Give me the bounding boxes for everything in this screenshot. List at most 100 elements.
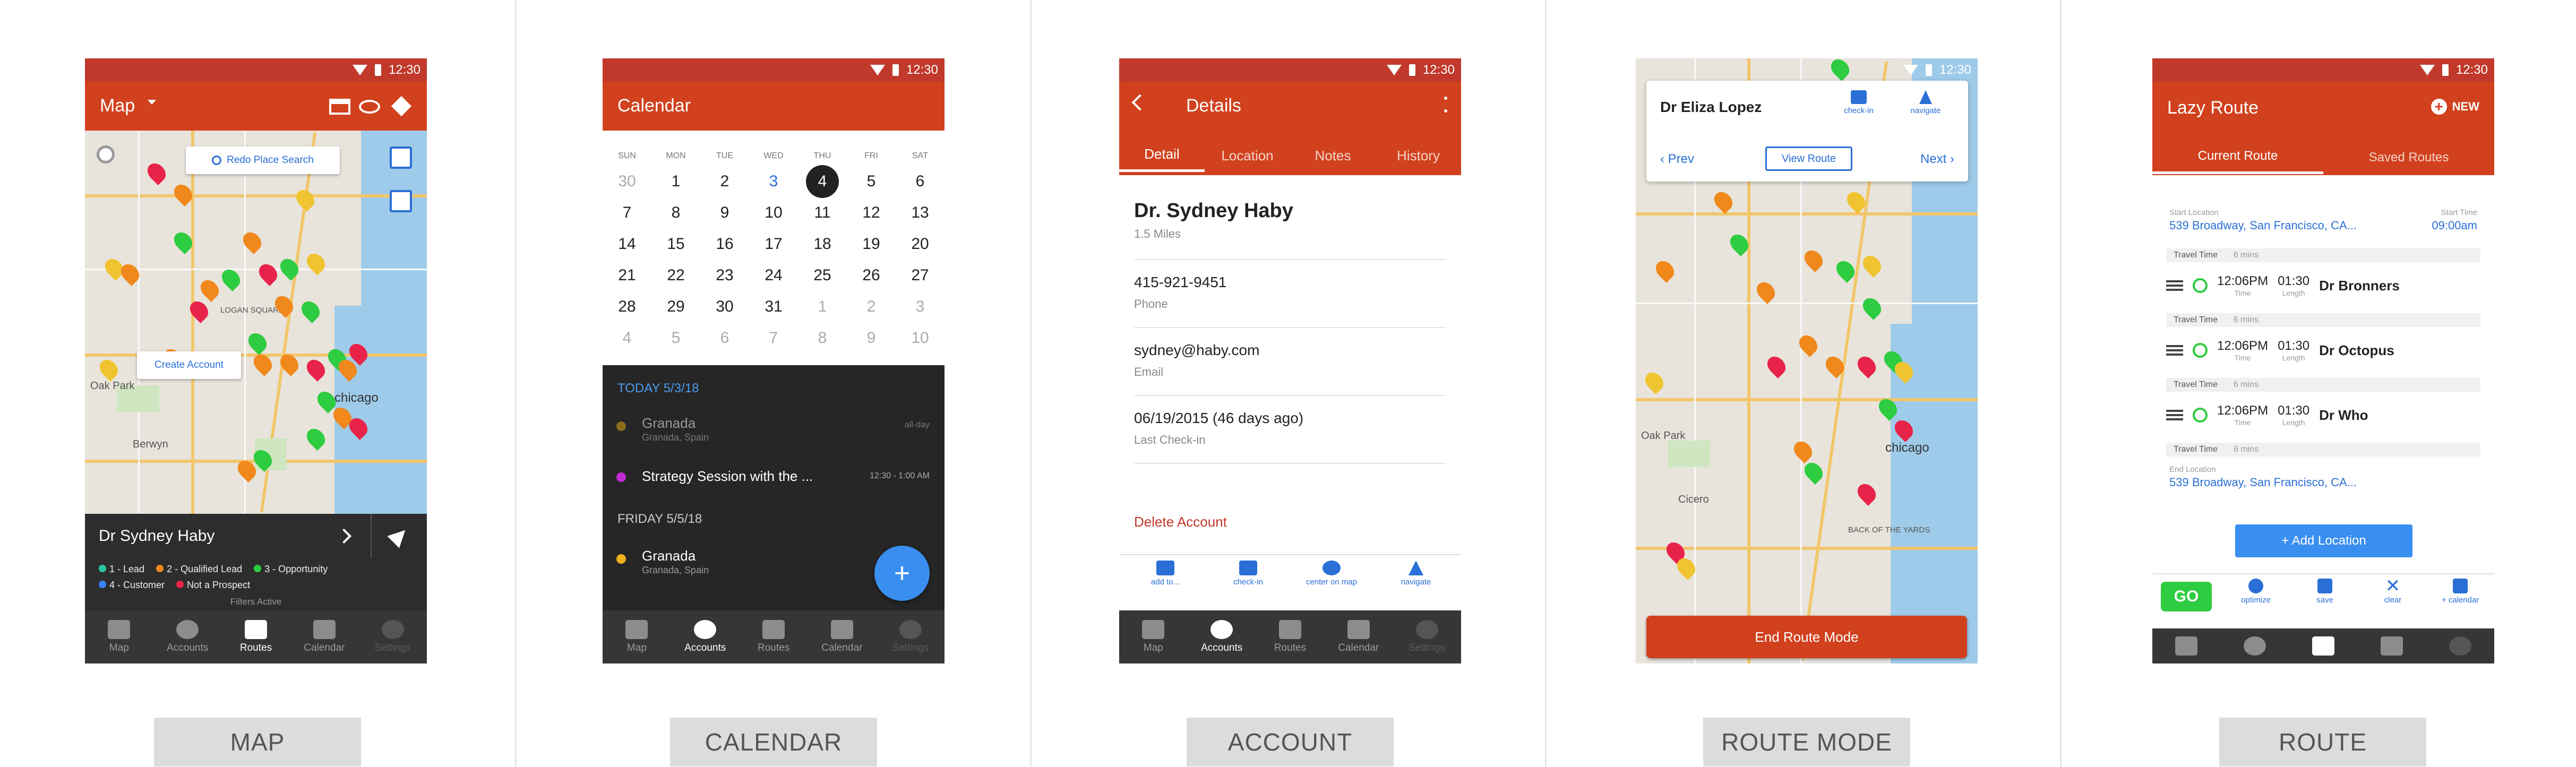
nav-map[interactable]: Map (603, 610, 671, 663)
check-in-button[interactable]: check-in (1837, 90, 1880, 115)
calendar-day[interactable]: 19 (847, 235, 896, 253)
route-stop[interactable]: 12:06PM Time 01:30 Length Dr Octopus (2166, 330, 2480, 370)
next-button[interactable]: Next › (1920, 152, 1954, 167)
back-arrow-icon[interactable] (1131, 94, 1148, 111)
nav-accounts[interactable]: Accounts (1188, 610, 1256, 663)
calendar-day[interactable]: 10 (749, 204, 798, 222)
drag-handle-icon[interactable] (2166, 345, 2183, 356)
redo-place-search-button[interactable]: Redo Place Search (186, 146, 340, 174)
calendar-day[interactable]: 21 (603, 266, 651, 285)
chevron-right-icon[interactable] (336, 528, 352, 544)
calendar-day[interactable]: 13 (896, 204, 944, 222)
tab-location[interactable]: Location (1205, 148, 1290, 164)
nav-accounts[interactable] (2221, 628, 2289, 663)
go-button[interactable]: GO (2161, 582, 2212, 611)
calendar-day[interactable]: 18 (798, 235, 847, 253)
chevron-down-icon[interactable] (148, 100, 156, 105)
nav-calendar[interactable]: Calendar (1324, 610, 1393, 663)
center-on-map-button[interactable]: center on map (1294, 561, 1369, 587)
tab-notes[interactable]: Notes (1290, 148, 1376, 164)
calendar-day[interactable]: 8 (651, 204, 700, 222)
delete-account-button[interactable]: Delete Account (1134, 514, 1227, 530)
nav-map[interactable] (2152, 628, 2221, 663)
calendar-day[interactable]: 16 (700, 235, 749, 253)
calendar-day[interactable]: 31 (749, 298, 798, 316)
nav-routes[interactable] (2289, 628, 2358, 663)
calendar-day[interactable]: 30 (603, 173, 651, 191)
calendar-day[interactable]: 3 (749, 173, 798, 191)
calendar-day[interactable]: 7 (749, 329, 798, 347)
eye-icon[interactable] (359, 100, 380, 114)
end-route-mode-button[interactable]: End Route Mode (1646, 616, 1967, 658)
calendar-day[interactable]: 17 (749, 235, 798, 253)
map-view[interactable]: Oak Park Berwyn chicago LOGAN SQUARE Red… (85, 131, 427, 514)
optimize-button[interactable]: optimize (2232, 579, 2280, 605)
tab-detail[interactable]: Detail (1119, 139, 1205, 172)
calendar-day[interactable]: 2 (847, 298, 896, 316)
store-icon[interactable] (329, 99, 350, 115)
drag-handle-icon[interactable] (2166, 280, 2183, 291)
nav-calendar[interactable] (2357, 628, 2426, 663)
calendar-day[interactable]: 6 (700, 329, 749, 347)
lasso-icon[interactable] (390, 190, 412, 212)
calendar-day[interactable]: 12 (847, 204, 896, 222)
calendar-day[interactable]: 24 (749, 266, 798, 285)
calendar-day[interactable]: 9 (847, 329, 896, 347)
phone-value[interactable]: 415-921-9451 (1134, 274, 1226, 291)
nav-calendar[interactable]: Calendar (808, 610, 876, 663)
navigate-button[interactable]: navigate (1387, 561, 1445, 587)
tab-current-route[interactable]: Current Route (2152, 141, 2323, 174)
nav-calendar[interactable]: Calendar (290, 610, 358, 663)
calendar-day[interactable]: 1 (651, 173, 700, 191)
calendar-day[interactable]: 23 (700, 266, 749, 285)
calendar-day[interactable]: 20 (896, 235, 944, 253)
calendar-day[interactable]: 30 (700, 298, 749, 316)
prev-button[interactable]: ‹ Prev (1660, 152, 1694, 167)
check-in-button[interactable]: check-in (1219, 561, 1277, 587)
calendar-day[interactable]: 22 (651, 266, 700, 285)
calendar-day[interactable]: 4 (603, 329, 651, 347)
nav-map[interactable]: Map (1119, 610, 1188, 663)
nav-settings[interactable]: Settings (1393, 610, 1461, 663)
calendar-day[interactable]: 28 (603, 298, 651, 316)
calendar-day[interactable]: 3 (896, 298, 944, 316)
create-account-button[interactable]: Create Account (137, 351, 241, 379)
new-route-button[interactable]: + NEW (2431, 99, 2479, 115)
nav-settings[interactable] (2426, 628, 2494, 663)
nav-routes[interactable]: Routes (222, 610, 290, 663)
calendar-day[interactable]: 5 (651, 329, 700, 347)
route-stop[interactable]: 12:06PM Time 01:30 Length Dr Who (2166, 395, 2480, 435)
calendar-day[interactable]: 15 (651, 235, 700, 253)
nav-accounts[interactable]: Accounts (153, 610, 222, 663)
event-item[interactable]: Granada Granada, Spain all-day (603, 408, 944, 450)
navigate-icon[interactable] (372, 524, 427, 548)
calendar-day[interactable]: 7 (603, 204, 651, 222)
drag-handle-icon[interactable] (2166, 410, 2183, 420)
email-value[interactable]: sydney@haby.com (1134, 342, 1259, 359)
more-options-icon[interactable] (1444, 97, 1447, 113)
nav-routes[interactable]: Routes (1256, 610, 1325, 663)
add-to-button[interactable]: add to... (1136, 561, 1195, 587)
list-icon[interactable] (390, 146, 412, 169)
tab-history[interactable]: History (1376, 148, 1461, 164)
calendar-day[interactable]: 5 (847, 173, 896, 191)
save-button[interactable]: save (2301, 579, 2349, 605)
calendar-day[interactable]: 11 (798, 204, 847, 222)
add-location-button[interactable]: + Add Location (2235, 524, 2412, 557)
filters-active-label[interactable]: Filters Active (85, 597, 427, 607)
calendar-day[interactable]: 26 (847, 266, 896, 285)
nav-map[interactable]: Map (85, 610, 153, 663)
gear-icon[interactable] (97, 145, 115, 163)
start-location-value[interactable]: 539 Broadway, San Francisco, CA... (2169, 219, 2357, 232)
calendar-day[interactable]: 2 (700, 173, 749, 191)
layers-icon[interactable] (391, 96, 412, 117)
nav-settings[interactable]: Settings (876, 610, 944, 663)
add-event-button[interactable]: + (874, 546, 930, 601)
calendar-day[interactable]: 25 (798, 266, 847, 285)
calendar-day[interactable]: 1 (798, 298, 847, 316)
selected-account-bar[interactable]: Dr Sydney Haby (85, 514, 427, 558)
calendar-day[interactable]: 8 (798, 329, 847, 347)
clear-button[interactable]: ✕ clear (2369, 577, 2417, 605)
calendar-day[interactable]: 10 (896, 329, 944, 347)
calendar-day[interactable]: 27 (896, 266, 944, 285)
